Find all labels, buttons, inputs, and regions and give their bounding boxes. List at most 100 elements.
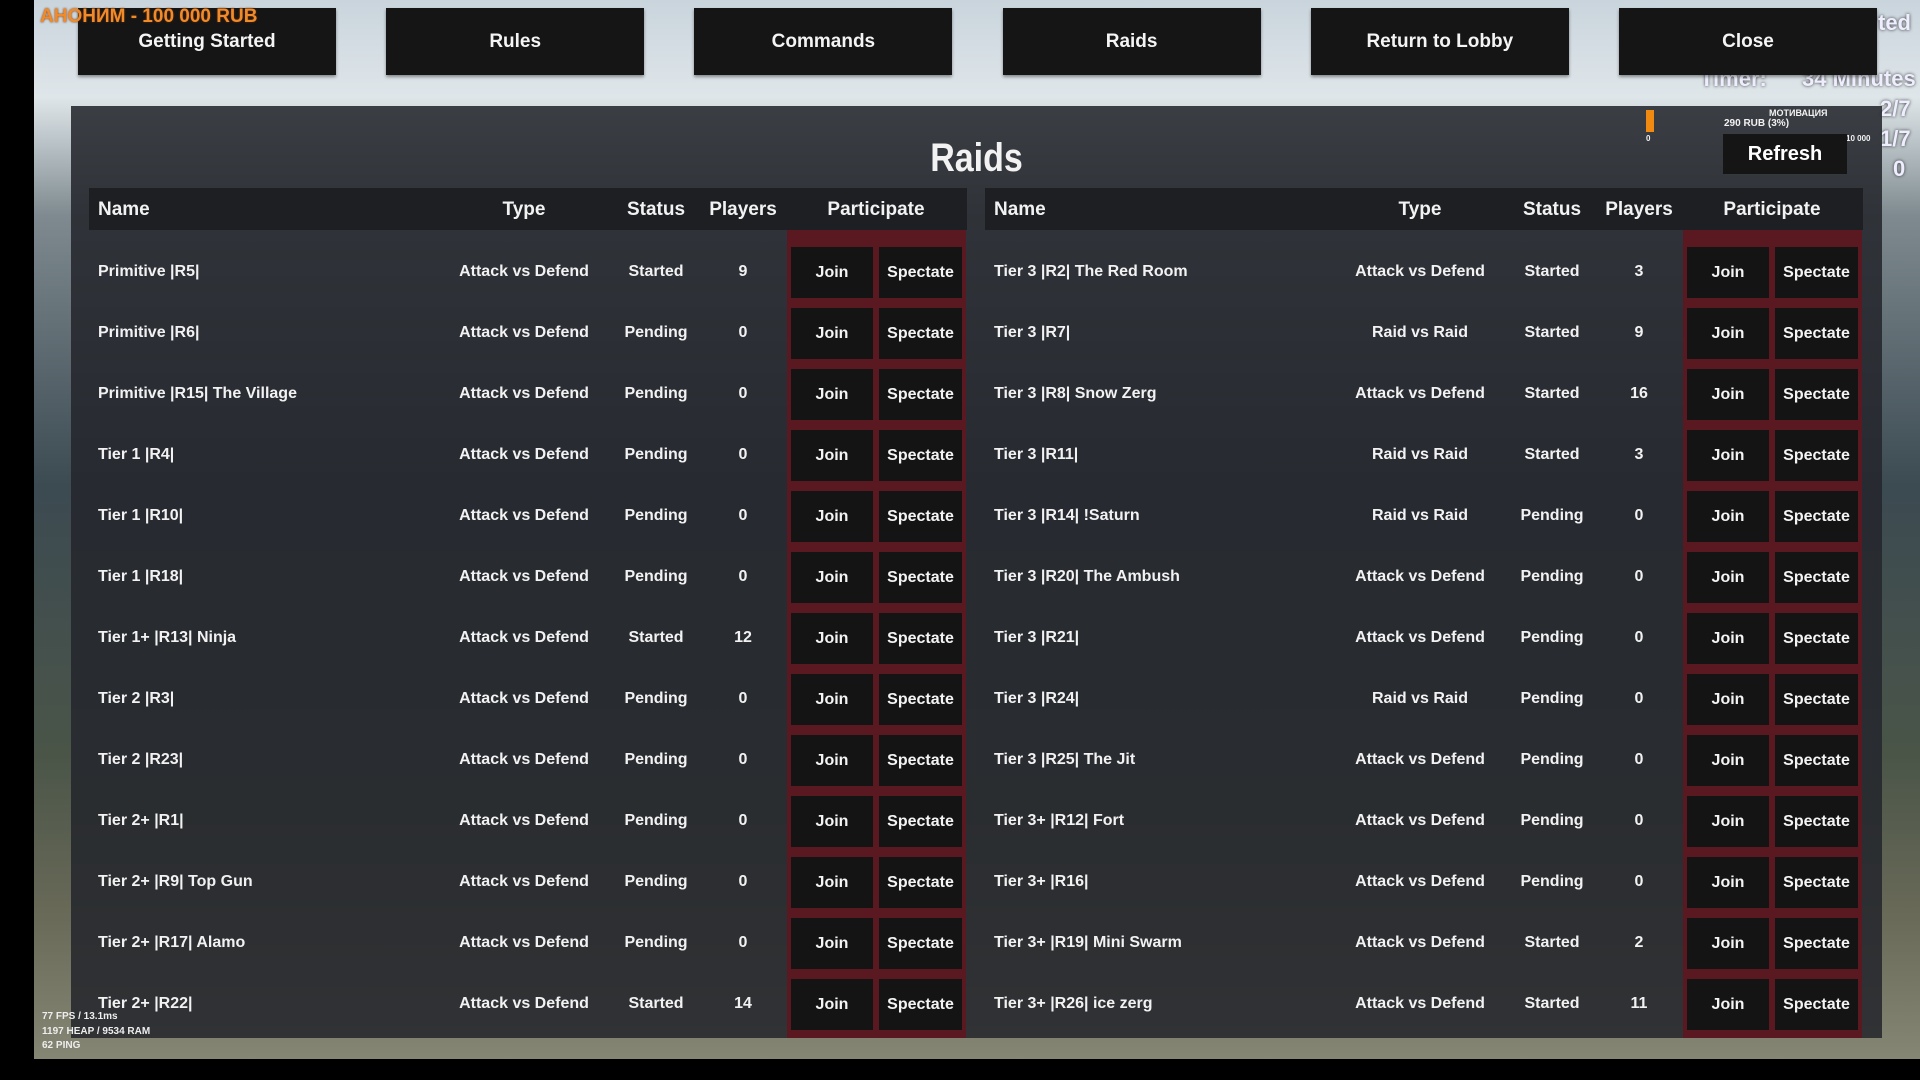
join-button[interactable]: Join [791,735,873,786]
join-button[interactable]: Join [1687,857,1769,908]
spectate-button[interactable]: Spectate [1775,918,1858,969]
join-button[interactable]: Join [1687,308,1769,359]
spectate-button[interactable]: Spectate [879,430,962,481]
spectate-button[interactable]: Spectate [1775,796,1858,847]
join-button[interactable]: Join [1687,674,1769,725]
raid-name: Tier 2+ |R1| [98,812,184,829]
join-button[interactable]: Join [791,857,873,908]
join-button[interactable]: Join [791,308,873,359]
raid-players: 0 [738,690,748,707]
spectate-button[interactable]: Spectate [879,308,962,359]
spectate-button[interactable]: Spectate [879,491,962,542]
spectate-button[interactable]: Spectate [1775,308,1858,359]
join-button[interactable]: Join [791,430,873,481]
column-header-type: Type [502,199,546,220]
nav-commands-button[interactable]: Commands [694,8,953,75]
join-button[interactable]: Join [1687,552,1769,603]
join-button[interactable]: Join [791,247,873,298]
raid-players: 0 [738,751,748,768]
spectate-button[interactable]: Spectate [1775,735,1858,786]
raid-name: Tier 3 |R14| !Saturn [994,507,1140,524]
join-button[interactable]: Join [791,979,873,1030]
raid-name: Tier 2+ |R17| Alamo [98,934,246,951]
column-header-status: Status [1522,199,1582,220]
raid-type: Attack vs Defend [1355,873,1485,890]
spectate-button[interactable]: Spectate [1775,491,1858,542]
raid-name: Tier 2+ |R9| Top Gun [98,873,253,890]
spectate-button[interactable]: Spectate [1775,552,1858,603]
spectate-button[interactable]: Spectate [879,674,962,725]
join-button[interactable]: Join [791,674,873,725]
spectate-button[interactable]: Spectate [879,735,962,786]
spectate-button[interactable]: Spectate [879,979,962,1030]
nav-raids-button[interactable]: Raids [1002,8,1261,75]
join-button[interactable]: Join [1687,979,1769,1030]
join-button[interactable]: Join [1687,491,1769,542]
raid-type: Attack vs Defend [459,568,589,585]
spectate-button[interactable]: Spectate [1775,674,1858,725]
table-row: Tier 3+ |R12| Fort Attack vs Defend Pendin… [985,791,1863,852]
nav-close-button[interactable]: Close [1619,8,1877,75]
raid-type: Attack vs Defend [1355,751,1485,768]
raid-name: Tier 3+ |R19| Mini Swarm [994,934,1182,951]
join-button[interactable]: Join [1687,369,1769,420]
raid-status: Started [1524,385,1580,402]
join-button[interactable]: Join [791,491,873,542]
join-button[interactable]: Join [791,613,873,664]
table-row: Tier 3 |R21| Attack vs Defend Pending 0 Join… [985,608,1863,669]
raid-players: 0 [738,568,748,585]
spectate-button[interactable]: Spectate [879,552,962,603]
spectate-button[interactable]: Spectate [879,247,962,298]
join-button[interactable]: Join [1687,735,1769,786]
raid-status: Pending [1520,873,1584,890]
spectate-button[interactable]: Spectate [879,369,962,420]
spectate-button[interactable]: Spectate [1775,247,1858,298]
table-row: Tier 3 |R2| The Red Room Attack vs Defend… [985,242,1863,303]
join-button[interactable]: Join [1687,918,1769,969]
table-row: Primitive |R15| The Village Attack vs Def… [89,364,967,425]
raid-status: Started [1524,263,1580,280]
join-button[interactable]: Join [791,796,873,847]
raid-players: 9 [738,263,748,280]
attackers-count: 2/7 [1880,96,1911,121]
table-row: Tier 3+ |R16| Attack vs Defend Pending 0 Joi… [985,852,1863,913]
spectate-button[interactable]: Spectate [1775,430,1858,481]
spectate-button[interactable]: Spectate [1775,979,1858,1030]
join-button[interactable]: Join [1687,247,1769,298]
join-button[interactable]: Join [1687,796,1769,847]
raid-type: Attack vs Defend [459,934,589,951]
raid-players: 9 [1634,324,1644,341]
table-row: Tier 1 |R10| Attack vs Defend Pending 0 Join… [89,486,967,547]
join-button[interactable]: Join [791,918,873,969]
spectate-button[interactable]: Spectate [879,918,962,969]
spectate-button[interactable]: Spectate [1775,857,1858,908]
raid-name: Tier 2 |R23| [98,751,184,768]
spectate-button[interactable]: Spectate [879,613,962,664]
column-header-players: Players [709,199,777,220]
spectate-button[interactable]: Spectate [879,796,962,847]
nav-return-to-lobby-button[interactable]: Return to Lobby [1310,8,1569,75]
spectate-button[interactable]: Spectate [1775,613,1858,664]
raid-players: 2 [1634,934,1644,951]
spectate-button[interactable]: Spectate [879,857,962,908]
ping-readout: 62 PING [42,1040,81,1051]
spectate-button[interactable]: Spectate [1775,369,1858,420]
raid-type: Attack vs Defend [459,507,589,524]
donation-alert: АНОНИМ - 100 000 RUB [40,6,258,27]
table-row: Tier 2 |R23| Attack vs Defend Pending 0 Join… [89,730,967,791]
nav-rules-button[interactable]: Rules [386,8,645,75]
raid-players: 0 [1634,812,1644,829]
raid-players: 0 [1634,507,1644,524]
refresh-button[interactable]: Refresh [1723,134,1847,174]
join-button[interactable]: Join [1687,430,1769,481]
join-button[interactable]: Join [791,369,873,420]
page-title: Raids [930,136,1023,180]
raid-status: Pending [624,446,688,463]
join-button[interactable]: Join [791,552,873,603]
table-row: Primitive |R5| Attack vs Defend Started 9 Jo… [89,242,967,303]
table-row: Tier 3 |R7| Raid vs Raid Started 9 Join Spect… [985,303,1863,364]
memory-readout: 1197 HEAP / 9534 RAM [42,1026,151,1037]
join-button[interactable]: Join [1687,613,1769,664]
raid-players: 16 [1630,385,1648,402]
raid-type: Attack vs Defend [459,385,589,402]
